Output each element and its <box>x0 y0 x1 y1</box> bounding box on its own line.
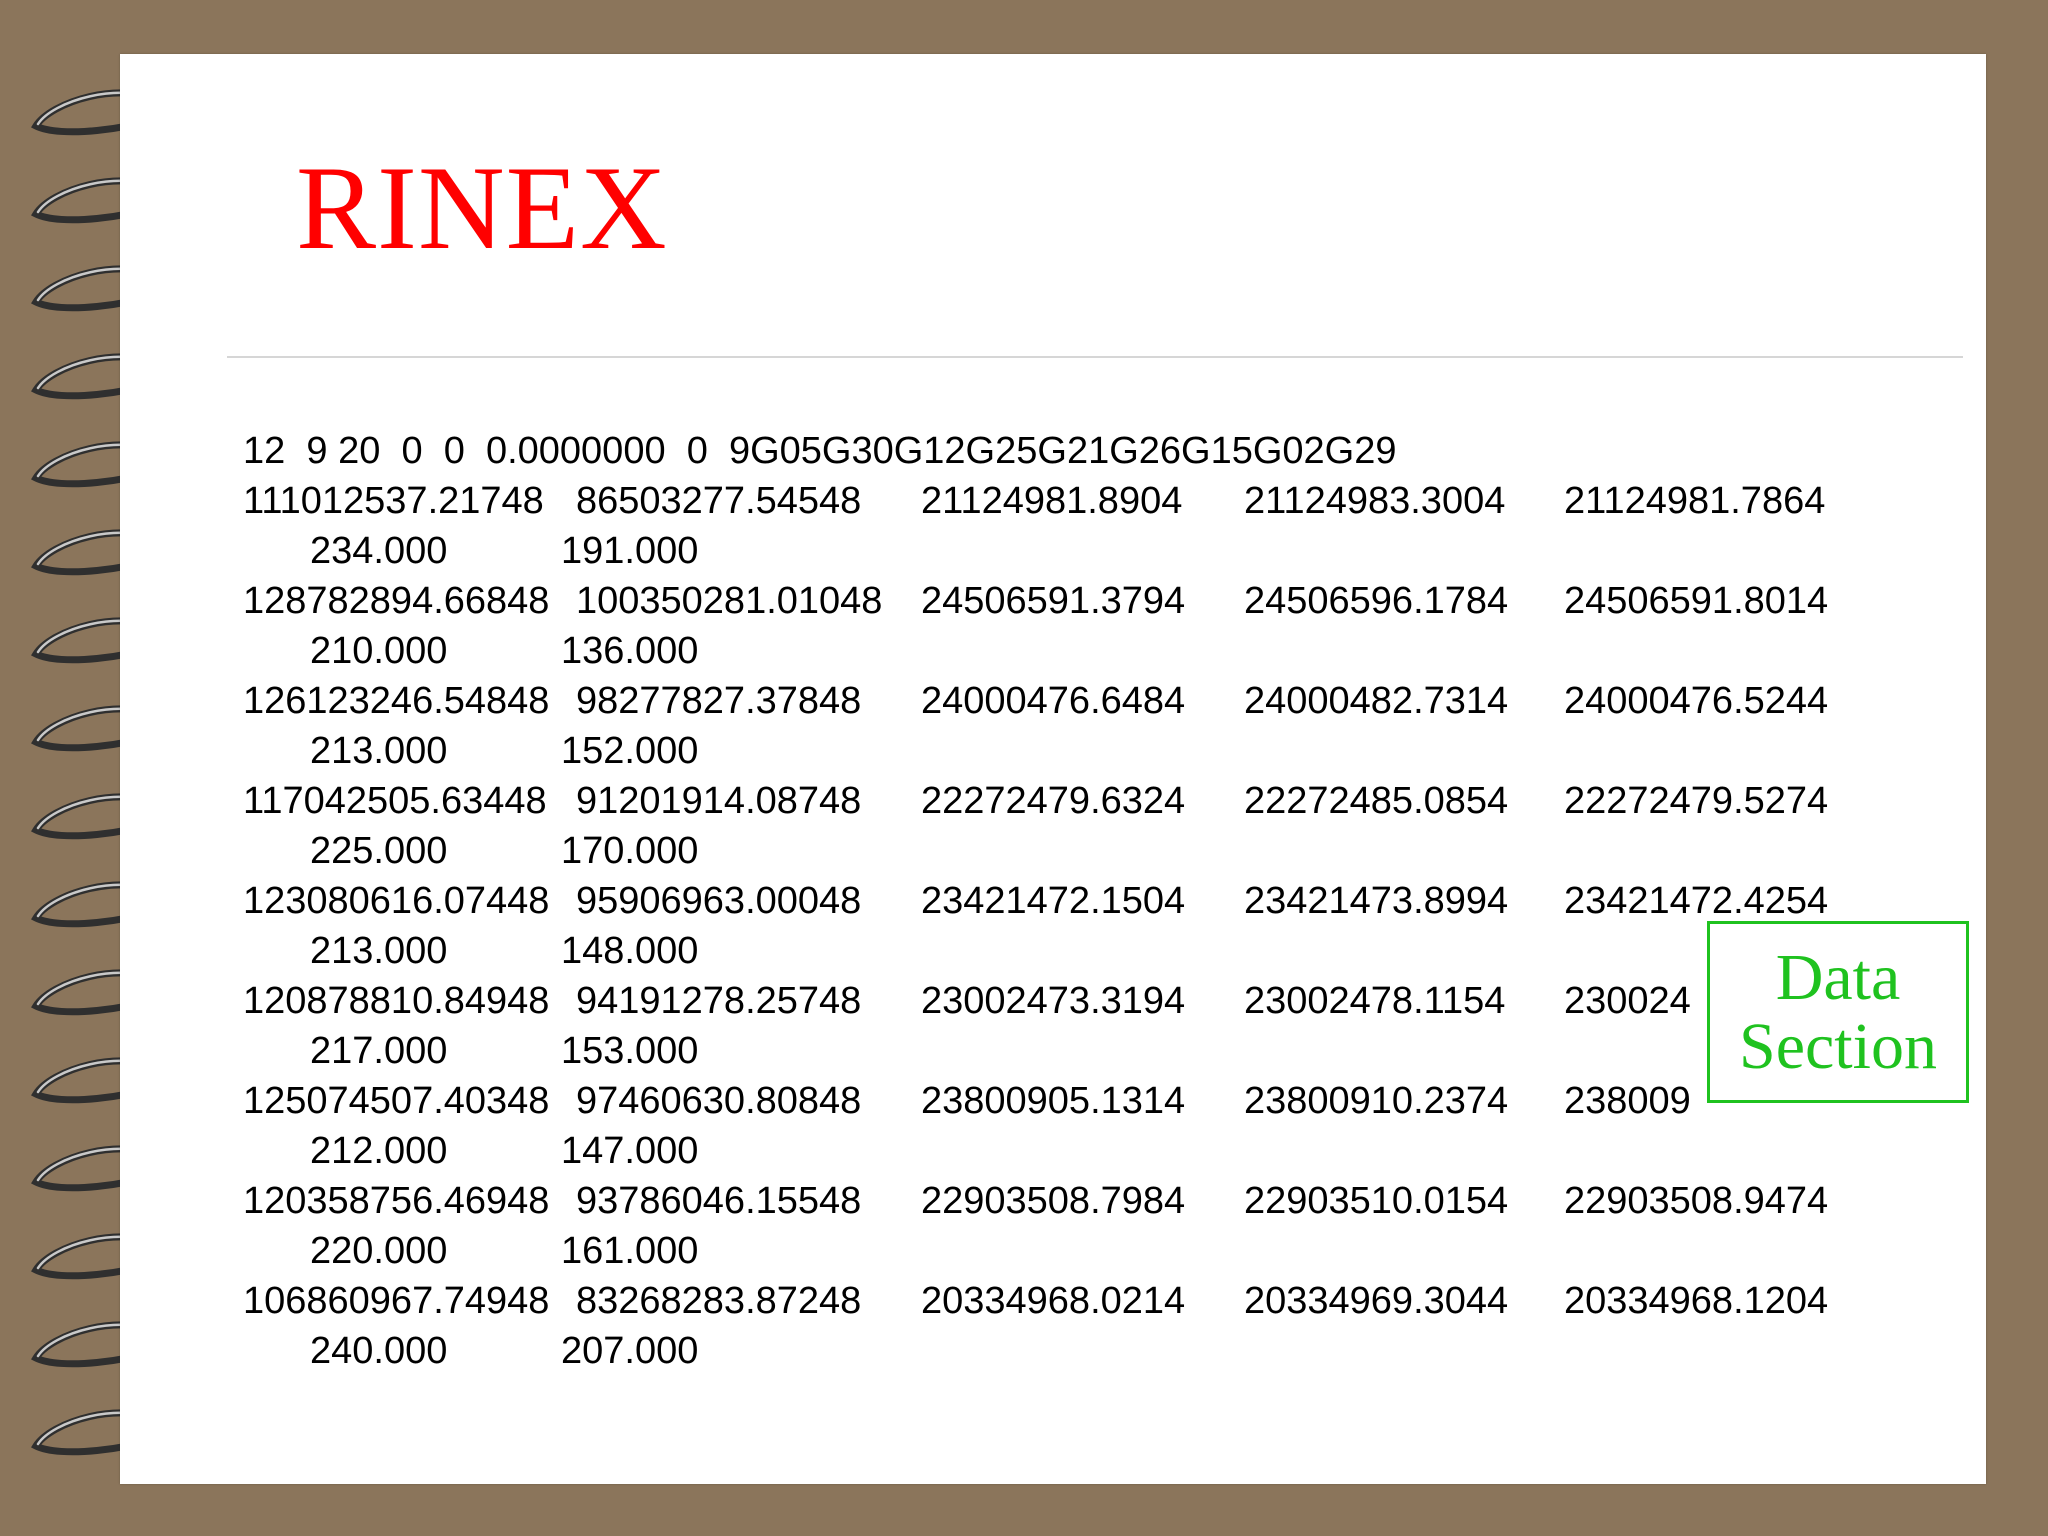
observation-value: 24506596.1784 <box>1244 580 1509 622</box>
observation-value: 22272479.5274 <box>1564 780 1829 822</box>
observation-value: 23421472.1504 <box>921 880 1186 922</box>
observation-value: 83268283.87248 <box>576 1280 862 1322</box>
observation-value: 22903510.0154 <box>1244 1180 1509 1222</box>
signal-strength-value: 153.000 <box>561 1030 699 1072</box>
observation-value: 24506591.8014 <box>1564 580 1829 622</box>
observation-value: 23421472.4254 <box>1564 880 1829 922</box>
signal-strength-value: 210.000 <box>310 630 448 672</box>
observation-value: 22272485.0854 <box>1244 780 1509 822</box>
signal-strength-value: 220.000 <box>310 1230 448 1272</box>
callout-line-2: Section <box>1739 1010 1937 1083</box>
observation-value: 123080616.07448 <box>243 880 550 922</box>
observation-value: 117042505.63448 <box>243 780 547 822</box>
observation-value: 20334968.1204 <box>1564 1280 1829 1322</box>
observation-value: 91201914.08748 <box>576 780 862 822</box>
signal-strength-value: 191.000 <box>561 530 699 572</box>
observation-value: 238009 <box>1564 1080 1691 1122</box>
signal-strength-value: 152.000 <box>561 730 699 772</box>
signal-strength-value: 148.000 <box>561 930 699 972</box>
observation-value: 24000482.7314 <box>1244 680 1509 722</box>
observation-value: 22903508.9474 <box>1564 1180 1829 1222</box>
observation-value: 23002473.3194 <box>921 980 1186 1022</box>
observation-value: 21124981.7864 <box>1564 480 1826 522</box>
divider <box>227 356 1963 358</box>
observation-value: 126123246.54848 <box>243 680 550 722</box>
observation-value: 93786046.15548 <box>576 1180 862 1222</box>
observation-value: 94191278.25748 <box>576 980 862 1022</box>
observation-value: 23800905.1314 <box>921 1080 1186 1122</box>
signal-strength-value: 161.000 <box>561 1230 699 1272</box>
observation-value: 86503277.54548 <box>576 480 862 522</box>
signal-strength-value: 147.000 <box>561 1130 699 1172</box>
observation-value: 24506591.3794 <box>921 580 1186 622</box>
signal-strength-value: 170.000 <box>561 830 699 872</box>
observation-value: 125074507.40348 <box>243 1080 550 1122</box>
observation-value: 230024 <box>1564 980 1691 1022</box>
observation-value: 97460630.80848 <box>576 1080 862 1122</box>
observation-value: 120358756.46948 <box>243 1180 550 1222</box>
observation-value: 95906963.00048 <box>576 880 862 922</box>
page-title: RINEX <box>296 141 668 274</box>
signal-strength-value: 234.000 <box>310 530 448 572</box>
observation-value: 111012537.21748 <box>243 480 544 522</box>
signal-strength-value: 217.000 <box>310 1030 448 1072</box>
observation-value: 106860967.74948 <box>243 1280 550 1322</box>
signal-strength-value: 212.000 <box>310 1130 448 1172</box>
signal-strength-value: 213.000 <box>310 730 448 772</box>
observation-value: 21124981.8904 <box>921 480 1183 522</box>
signal-strength-value: 136.000 <box>561 630 699 672</box>
data-section-callout: Data Section <box>1707 921 1969 1103</box>
observation-value: 24000476.5244 <box>1564 680 1829 722</box>
observation-value: 20334969.3044 <box>1244 1280 1509 1322</box>
observation-value: 98277827.37848 <box>576 680 862 722</box>
observation-value: 24000476.6484 <box>921 680 1186 722</box>
observation-value: 128782894.66848 <box>243 580 550 622</box>
signal-strength-value: 213.000 <box>310 930 448 972</box>
observation-value: 23002478.1154 <box>1244 980 1506 1022</box>
observation-value: 23421473.8994 <box>1244 880 1509 922</box>
signal-strength-value: 225.000 <box>310 830 448 872</box>
signal-strength-value: 207.000 <box>561 1330 699 1372</box>
observation-value: 22903508.7984 <box>921 1180 1186 1222</box>
observation-value: 23800910.2374 <box>1244 1080 1509 1122</box>
observation-value: 22272479.6324 <box>921 780 1186 822</box>
observation-value: 20334968.0214 <box>921 1280 1186 1322</box>
observation-value: 120878810.84948 <box>243 980 550 1022</box>
epoch-line: 12 9 20 0 0 0.0000000 0 9G05G30G12G25G21… <box>243 430 1397 472</box>
observation-value: 100350281.01048 <box>576 580 883 622</box>
callout-line-1: Data <box>1775 940 1901 1014</box>
observation-value: 21124983.3004 <box>1244 480 1506 522</box>
signal-strength-value: 240.000 <box>310 1330 448 1372</box>
